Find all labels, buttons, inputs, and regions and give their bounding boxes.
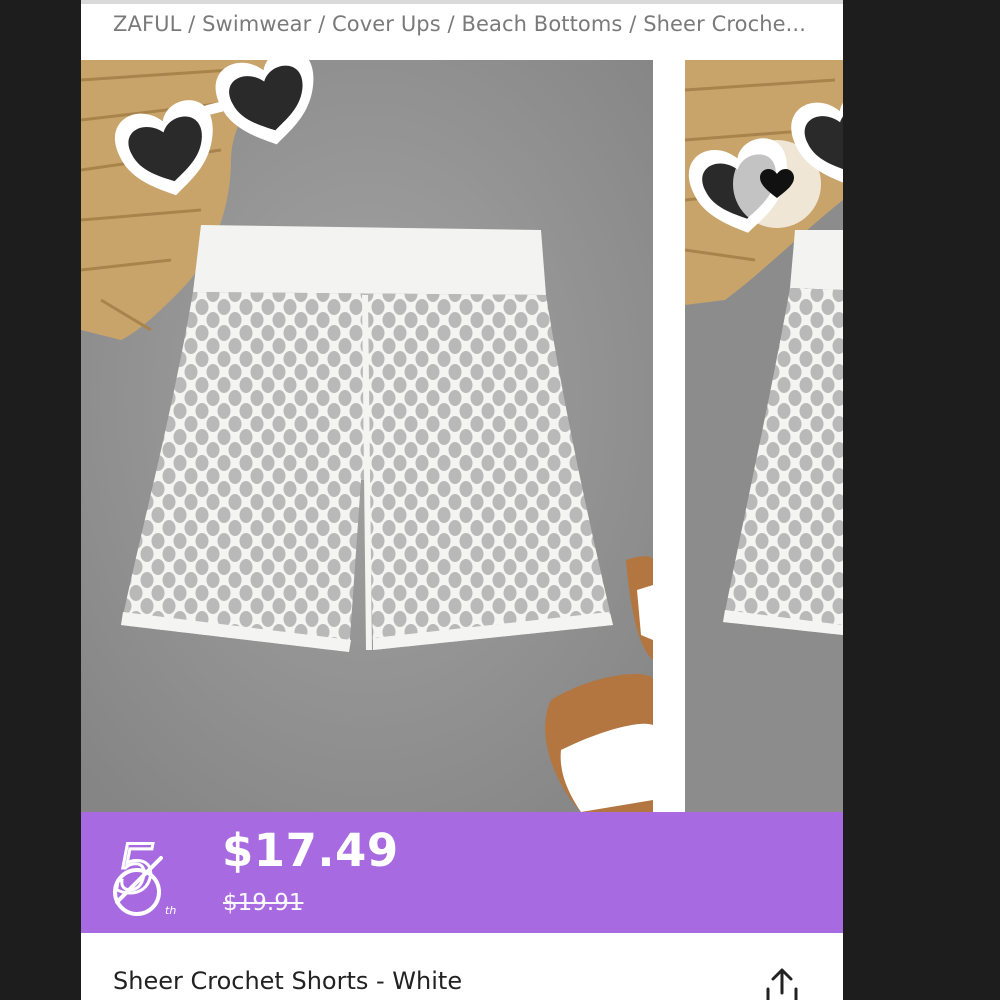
favorite-button[interactable] <box>733 140 821 228</box>
image-gallery[interactable] <box>81 60 843 812</box>
product-title: Sheer Crochet Shorts - White <box>113 967 463 995</box>
share-button[interactable] <box>761 967 803 1000</box>
fifth-anniversary-badge-icon: 5 th <box>113 830 176 916</box>
top-divider <box>81 0 843 4</box>
product-image-main[interactable] <box>81 60 653 812</box>
product-title-row: Sheer Crochet Shorts - White <box>81 933 843 1000</box>
original-price: $19.91 <box>223 890 304 916</box>
breadcrumb[interactable]: ZAFUL / Swimwear / Cover Ups / Beach Bot… <box>113 12 823 36</box>
share-icon <box>766 968 798 1000</box>
heart-icon <box>760 169 794 198</box>
current-price: $17.49 <box>222 824 399 877</box>
product-page: ZAFUL / Swimwear / Cover Ups / Beach Bot… <box>81 0 843 1000</box>
badge-suffix: th <box>165 904 176 916</box>
product-photo <box>81 60 653 812</box>
price-banner: 5 th $17.49 $19.91 <box>81 812 843 933</box>
